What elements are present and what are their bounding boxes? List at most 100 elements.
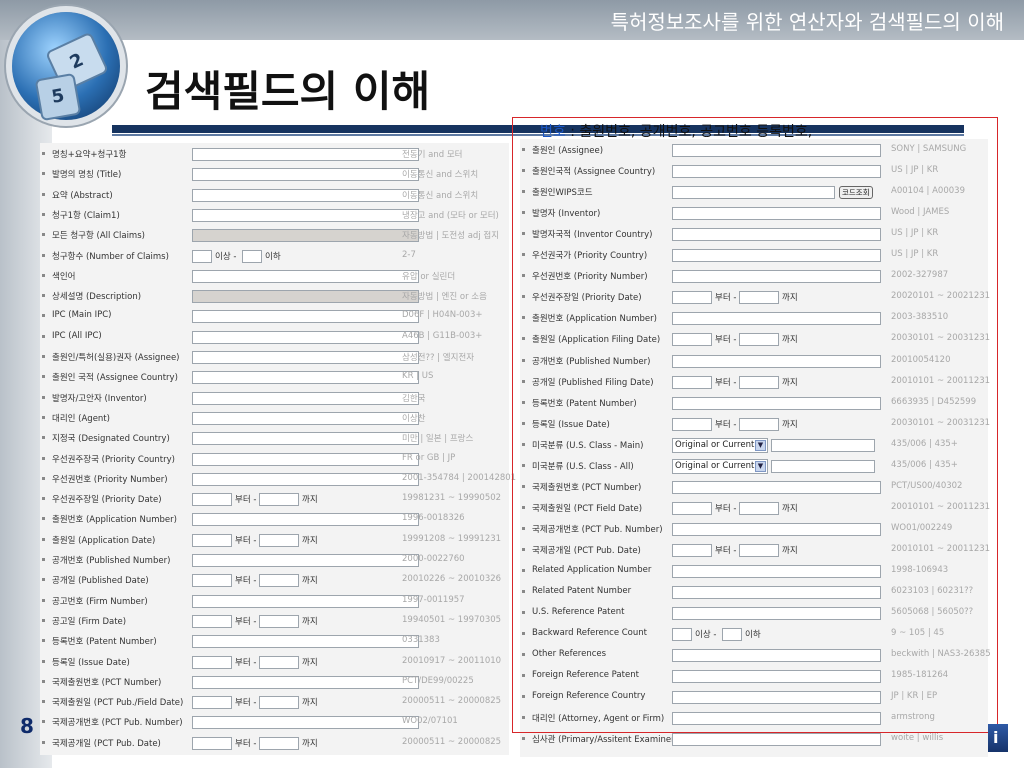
form-row: 대리인 (Agent) 이상찬	[40, 409, 509, 429]
bullet-icon	[42, 720, 45, 724]
text-input[interactable]	[192, 371, 419, 385]
field-label: 국제공개일 (PCT Pub. Date)	[52, 738, 161, 749]
field-label: 공개일 (Published Date)	[52, 576, 149, 587]
bullet-icon	[42, 294, 45, 298]
range-from-label: 부터 -	[235, 576, 257, 587]
field-label: 지정국 (Designated Country)	[52, 434, 170, 445]
note-keyword: 번호	[540, 124, 566, 140]
field-example: FR or GB | JP	[402, 452, 456, 463]
range-from-label: 부터 -	[235, 616, 257, 627]
field-label: 심사관 (Primary/Assitent Examiner)	[532, 735, 678, 746]
count-less-label: 이하	[265, 251, 281, 262]
bullet-icon	[522, 737, 525, 741]
bullet-icon	[42, 537, 45, 541]
bullet-icon	[42, 558, 45, 561]
text-input[interactable]	[192, 513, 419, 527]
field-label: 발명자/고안자 (Inventor)	[52, 393, 147, 404]
form-row: 명칭+요약+청구1항 전동기 and 모터	[40, 145, 509, 165]
form-row: 모든 청구항 (All Claims) 자동방법 | 도전성 adj 접지	[40, 226, 509, 246]
text-input[interactable]	[192, 716, 419, 730]
range-start-input[interactable]	[192, 493, 232, 507]
range-to-label: 까지	[302, 698, 318, 709]
form-row: 우선권주장일 (Priority Date) 부터 - 까지 19981231 ~ 1…	[40, 490, 509, 510]
bullet-icon	[42, 679, 45, 683]
range-start-input[interactable]	[192, 736, 232, 750]
range-end-input[interactable]	[259, 533, 299, 547]
text-input[interactable]	[192, 635, 419, 649]
text-input[interactable]	[192, 310, 419, 324]
bullet-icon	[42, 415, 45, 419]
field-label: 국제공개번호 (PCT Pub. Number)	[52, 718, 183, 729]
range-end-input[interactable]	[259, 493, 299, 507]
corner-logo-glyph: i	[993, 728, 999, 747]
text-input[interactable]	[192, 188, 419, 202]
range-end-input[interactable]	[259, 736, 299, 750]
field-label: 명칭+요약+청구1항	[52, 150, 127, 160]
text-input[interactable]	[192, 351, 419, 364]
bullet-icon	[42, 476, 45, 480]
field-example: 19981231 ~ 19990502	[402, 493, 502, 504]
bullet-icon	[42, 233, 45, 237]
form-row: 우선권번호 (Priority Number) 2001-354784 | 200…	[40, 470, 516, 490]
text-input[interactable]	[192, 594, 419, 608]
bullet-icon	[42, 395, 45, 399]
text-input[interactable]	[192, 168, 419, 182]
form-row: 상세설명 (Description) 자동방법 | 엔진 or 소음	[40, 287, 509, 307]
text-input[interactable]	[192, 148, 419, 161]
range-from-label: 부터 -	[235, 657, 257, 668]
range-start-input[interactable]	[192, 533, 232, 547]
bullet-icon	[42, 497, 45, 501]
form-row: 공고번호 (Firm Number) 1997-0011957	[40, 592, 509, 612]
bullet-icon	[42, 375, 45, 379]
field-example: 삼성전?? | 엘지전자	[402, 353, 475, 363]
field-example: A46B | G11B-003+	[402, 330, 483, 341]
text-input[interactable]	[672, 733, 881, 747]
text-input[interactable]	[192, 411, 419, 425]
text-input[interactable]	[192, 452, 419, 466]
field-example: woite | willis	[891, 733, 944, 744]
field-label: 공고일 (Firm Date)	[52, 616, 127, 627]
count-max-input[interactable]	[242, 249, 262, 263]
field-example: 20000511 ~ 20000825	[402, 736, 502, 747]
form-row: 출원번호 (Application Number) 1996-0018326	[40, 510, 509, 530]
text-input[interactable]	[192, 432, 419, 446]
form-row: 청구항수 (Number of Claims) 이상 - 이하 2-7	[40, 247, 509, 267]
range-start-input[interactable]	[192, 574, 232, 588]
text-input[interactable]	[192, 554, 419, 567]
field-example: 20000511 ~ 20000825	[402, 696, 502, 707]
bullet-icon	[42, 618, 45, 622]
range-start-input[interactable]	[192, 655, 232, 669]
form-row: 색인어 유압 or 실린더	[40, 267, 509, 287]
field-label: 출원일 (Application Date)	[52, 535, 156, 546]
count-min-input[interactable]	[192, 249, 212, 263]
range-end-input[interactable]	[259, 696, 299, 710]
range-end-input[interactable]	[259, 574, 299, 588]
highlight-frame	[512, 117, 998, 733]
field-example: 이동통신 and 스위치	[402, 170, 479, 181]
field-label: 공개번호 (Published Number)	[52, 556, 171, 566]
text-input[interactable]	[192, 472, 419, 486]
text-input[interactable]	[192, 675, 419, 689]
range-start-input[interactable]	[192, 614, 232, 628]
text-input[interactable]	[192, 269, 419, 283]
field-label: 출원인 국적 (Assignee Country)	[52, 373, 178, 384]
form-row: 등록일 (Issue Date) 부터 - 까지 20010917 ~ 2001101…	[40, 653, 509, 673]
field-example: 0331383	[402, 635, 440, 646]
range-end-input[interactable]	[259, 614, 299, 628]
range-start-input[interactable]	[192, 696, 232, 710]
bullet-icon	[42, 456, 45, 460]
domestic-search-form: 명칭+요약+청구1항 전동기 and 모터 발명의 명칭 (Title) 이동통신 a…	[40, 143, 516, 755]
text-input[interactable]	[192, 330, 419, 344]
text-input[interactable]	[192, 208, 419, 222]
field-label: 청구항수 (Number of Claims)	[52, 251, 169, 262]
range-to-label: 까지	[302, 657, 318, 668]
form-row: 출원일 (Application Date) 부터 - 까지 19991208 ~ 1…	[40, 531, 509, 551]
range-end-input[interactable]	[259, 655, 299, 669]
field-example: 20010226 ~ 20010326	[402, 574, 502, 585]
text-input-disabled	[192, 229, 419, 243]
field-example: 김한국	[402, 393, 426, 404]
range-to-label: 까지	[302, 738, 318, 749]
text-input[interactable]	[192, 391, 419, 405]
form-row: 출원인 국적 (Assignee Country) KR | US	[40, 368, 509, 388]
field-example: 2001-354784 | 200142801	[402, 472, 517, 483]
